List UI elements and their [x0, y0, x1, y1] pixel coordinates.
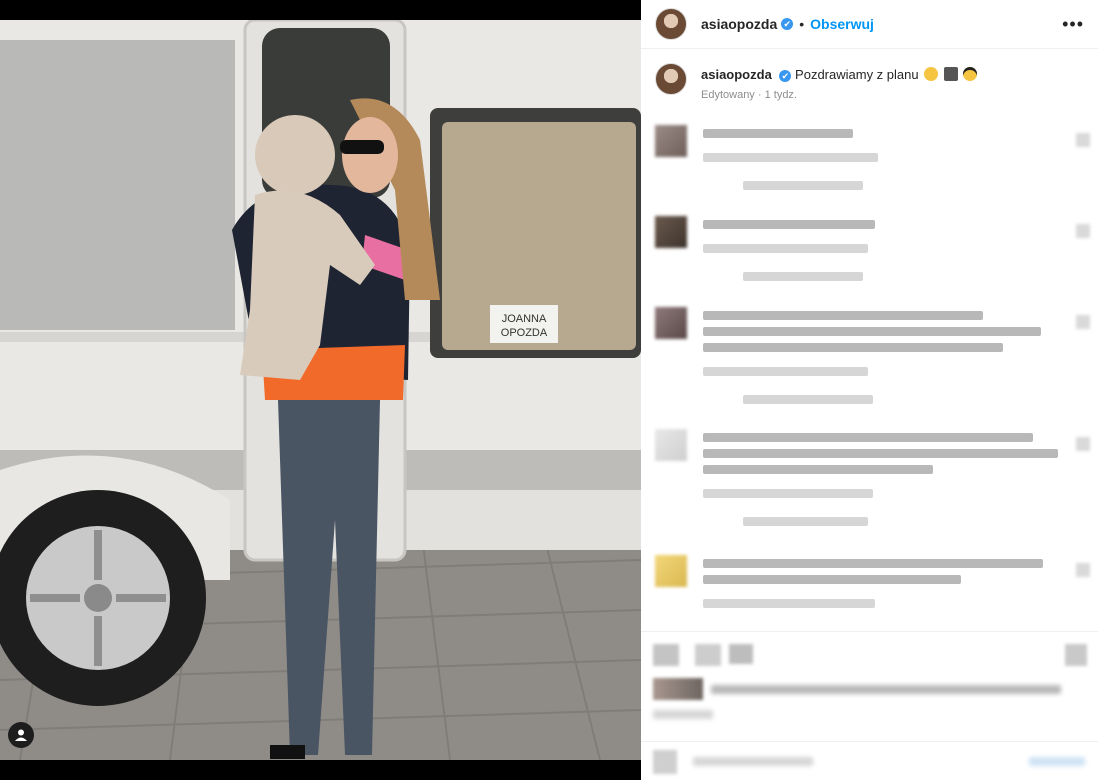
add-comment-bar [641, 741, 1098, 780]
post-actions-bar [641, 631, 1098, 741]
save-icon[interactable] [1065, 644, 1087, 666]
more-options-icon[interactable]: ••• [1062, 14, 1084, 35]
post-photo-illustration: JOANNA OPOZDA [0, 20, 641, 760]
post-caption: asiaopozda ✔ Pozdrawiamy z planu Edytowa… [641, 49, 1098, 119]
author-avatar[interactable] [655, 8, 687, 40]
follow-button[interactable]: Obserwuj [810, 16, 874, 32]
sunglasses-emoji-icon [963, 67, 978, 81]
grinning-emoji-icon [924, 67, 939, 81]
caption-username[interactable]: asiaopozda [701, 67, 772, 82]
verified-badge-icon: ✔ [781, 18, 794, 30]
share-icon[interactable] [729, 644, 753, 664]
post-sidebar: asiaopozda ✔ • Obserwuj ••• asiaopozda ✔… [641, 0, 1098, 780]
post-date [653, 710, 713, 719]
post-header: asiaopozda ✔ • Obserwuj ••• [641, 0, 1098, 49]
like-comment-icon[interactable] [1076, 133, 1090, 147]
commenter-avatar[interactable] [655, 307, 687, 339]
caption-author-avatar[interactable] [655, 63, 687, 95]
verified-badge-icon: ✔ [779, 69, 792, 82]
like-comment-icon[interactable] [1076, 315, 1090, 329]
post-photo[interactable]: JOANNA OPOZDA [0, 20, 641, 760]
instagram-post-modal: JOANNA OPOZDA asiaopozda ✔ • Obserwuj ••… [0, 0, 1098, 780]
like-comment-icon[interactable] [1076, 224, 1090, 238]
like-comment-icon[interactable] [1076, 437, 1090, 451]
comment-icon[interactable] [695, 644, 721, 666]
commenter-avatar[interactable] [655, 555, 687, 587]
clapper-emoji-icon [943, 67, 958, 81]
commenter-avatar[interactable] [655, 125, 687, 157]
commenter-avatar[interactable] [655, 429, 687, 461]
trailer-name-sign: JOANNA OPOZDA [490, 305, 558, 343]
svg-text:OPOZDA: OPOZDA [501, 327, 548, 339]
like-comment-icon[interactable] [1076, 563, 1090, 577]
caption-text: Pozdrawiamy z planu [795, 67, 919, 82]
commenter-avatar[interactable] [655, 216, 687, 248]
svg-text:JOANNA: JOANNA [502, 313, 547, 325]
liked-by-avatars[interactable] [653, 678, 703, 700]
like-icon[interactable] [653, 644, 679, 666]
separator-dot: • [799, 16, 805, 32]
comment-input[interactable] [693, 757, 813, 766]
likes-summary[interactable] [711, 685, 1061, 694]
emoji-picker-icon[interactable] [653, 750, 677, 774]
comments-list [641, 119, 1098, 631]
user-silhouette-icon [15, 729, 27, 741]
post-comment-button[interactable] [1029, 757, 1085, 766]
user-tag-icon[interactable] [8, 722, 34, 748]
caption-meta: Edytowany · 1 tydz. [701, 89, 797, 101]
author-username[interactable]: asiaopozda [701, 16, 777, 32]
